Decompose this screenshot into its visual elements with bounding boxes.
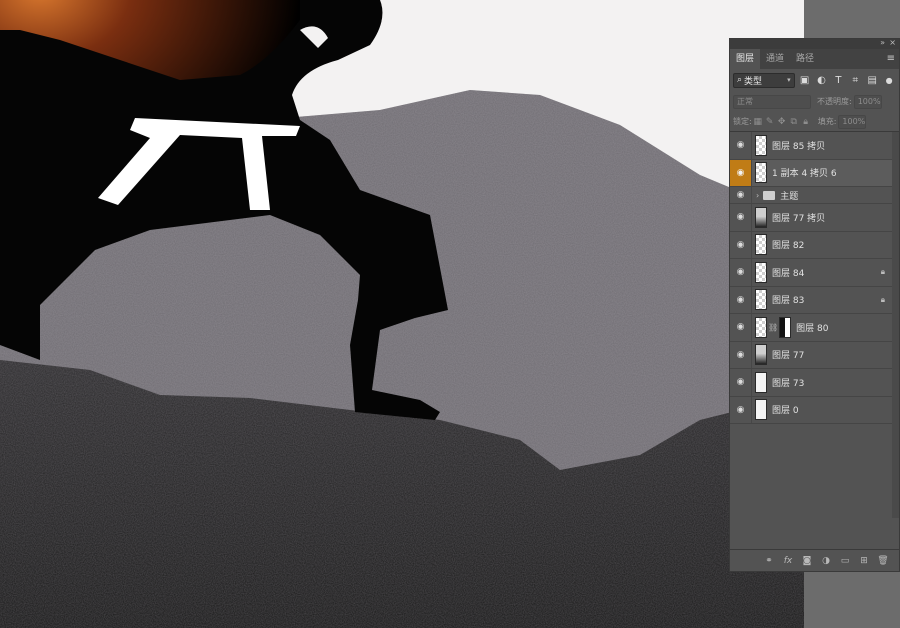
lock-row: 锁定: ▦ ✎ ✥ ⧉ 🔒︎ 填充: 100% bbox=[730, 112, 899, 132]
document-canvas[interactable] bbox=[0, 0, 804, 628]
layer-name: 图层 0 bbox=[772, 406, 799, 417]
layer-mask-thumbnail[interactable] bbox=[779, 316, 792, 338]
fill-value: 100% bbox=[842, 117, 866, 126]
blend-mode-value: 正常 bbox=[737, 97, 753, 106]
group-name: 主题 bbox=[780, 191, 799, 202]
tab-paths[interactable]: 路径 bbox=[790, 49, 820, 69]
layer-thumbnail bbox=[755, 206, 767, 228]
blend-row: 正常 不透明度: 100% bbox=[730, 91, 899, 112]
visibility-eye-icon[interactable]: ◉ bbox=[730, 204, 752, 231]
opacity-value: 100% bbox=[857, 97, 881, 106]
adjustment-filter-icon[interactable]: ◐ bbox=[815, 75, 829, 86]
layer-row[interactable]: ◉ 图层 0 bbox=[730, 396, 899, 424]
layers-list: ◉ 图层 85 拷贝 ◉ 1 副本 4 拷贝 6 ◉ › 主题 ◉ 图层 77 … bbox=[730, 132, 899, 518]
tab-channels[interactable]: 通道 bbox=[760, 49, 790, 69]
layer-name: 图层 77 拷贝 bbox=[772, 213, 826, 224]
fill-label: 填充: bbox=[817, 117, 837, 126]
lock-all-icon[interactable]: 🔒︎ bbox=[800, 117, 812, 127]
layer-name: 图层 73 bbox=[772, 378, 805, 389]
visibility-eye-icon[interactable]: ◉ bbox=[730, 132, 752, 159]
mask-link-icon[interactable]: ⛓ bbox=[768, 323, 778, 332]
lock-image-icon[interactable]: ✎ bbox=[764, 117, 776, 127]
layer-thumbnail bbox=[755, 261, 767, 283]
filter-kind-label: 类型 bbox=[744, 76, 763, 87]
chevron-down-icon: ▾ bbox=[787, 76, 791, 84]
layers-scrollbar[interactable] bbox=[892, 132, 899, 518]
visibility-eye-icon[interactable]: ◉ bbox=[730, 159, 752, 186]
delete-layer-icon[interactable]: 🗑︎ bbox=[877, 556, 889, 566]
fx-icon[interactable]: fx bbox=[782, 556, 794, 566]
layer-name: 图层 85 拷贝 bbox=[772, 141, 826, 152]
smart-object-filter-icon[interactable]: ▤ bbox=[865, 75, 879, 86]
folder-icon bbox=[763, 190, 776, 200]
visibility-eye-icon[interactable]: ◉ bbox=[730, 231, 752, 258]
layer-row[interactable]: ◉ 图层 85 拷贝 bbox=[730, 132, 899, 160]
layer-filter-row: ⌕ 类型 ▾ ▣ ◐ T ⌗ ▤ ● bbox=[730, 69, 899, 91]
layer-group-row[interactable]: ◉ › 主题 bbox=[730, 187, 899, 204]
new-layer-icon[interactable]: ⊞ bbox=[858, 556, 870, 566]
layer-thumbnail bbox=[755, 344, 767, 366]
lock-position-icon[interactable]: ✥ bbox=[776, 117, 788, 127]
layer-lock-icon: 🔒︎ bbox=[880, 267, 885, 277]
artwork bbox=[0, 0, 804, 628]
layer-name: 1 副本 4 拷贝 6 bbox=[772, 169, 837, 180]
lock-artboard-icon[interactable]: ⧉ bbox=[788, 117, 800, 127]
opacity-label: 不透明度: bbox=[817, 97, 852, 106]
chevron-right-icon[interactable]: › bbox=[756, 191, 759, 200]
layer-thumbnail bbox=[755, 316, 767, 338]
layer-row[interactable]: ◉ 图层 77 拷贝 bbox=[730, 204, 899, 232]
layer-thumbnail bbox=[755, 234, 767, 256]
layer-thumbnail bbox=[755, 162, 767, 184]
layer-name: 图层 82 bbox=[772, 241, 805, 252]
lock-transparent-icon[interactable]: ▦ bbox=[752, 117, 764, 127]
fill-field[interactable]: 100% bbox=[838, 114, 867, 129]
visibility-eye-icon[interactable]: ◉ bbox=[730, 286, 752, 313]
visibility-eye-icon[interactable]: ◉ bbox=[730, 341, 752, 368]
close-panel-icon[interactable]: × bbox=[889, 38, 896, 47]
type-filter-icon[interactable]: T bbox=[831, 75, 845, 86]
layer-name: 图层 80 bbox=[796, 323, 829, 334]
collapse-panel-icon[interactable]: » bbox=[880, 38, 885, 47]
layer-name: 图层 83 bbox=[772, 296, 805, 307]
lock-label: 锁定: bbox=[733, 117, 752, 126]
layer-row[interactable]: ◉ 图层 77 bbox=[730, 341, 899, 369]
layer-row-selected[interactable]: ◉ 1 副本 4 拷贝 6 bbox=[730, 159, 899, 187]
visibility-eye-icon[interactable]: ◉ bbox=[730, 259, 752, 286]
layer-name: 图层 77 bbox=[772, 351, 805, 362]
layer-row[interactable]: ◉ 图层 84 🔒︎ bbox=[730, 259, 899, 287]
panel-tabs: 图层 通道 路径 ≡ bbox=[730, 49, 899, 69]
visibility-eye-icon[interactable]: ◉ bbox=[730, 396, 752, 423]
layer-name: 图层 84 bbox=[772, 268, 805, 279]
shape-filter-icon[interactable]: ⌗ bbox=[848, 75, 862, 86]
layers-panel: » × 图层 通道 路径 ≡ ⌕ 类型 ▾ ▣ ◐ T ⌗ ▤ ● 正常 不透明… bbox=[729, 38, 900, 572]
layer-lock-icon: 🔒︎ bbox=[880, 294, 885, 304]
search-icon: ⌕ bbox=[737, 75, 743, 85]
link-layers-icon[interactable]: ⚭ bbox=[763, 556, 775, 566]
layers-footer: ⚭ fx ◙ ◑ ▭ ⊞ 🗑︎ bbox=[730, 549, 899, 571]
layer-thumbnail bbox=[755, 289, 767, 311]
image-filter-icon[interactable]: ▣ bbox=[798, 75, 812, 86]
layer-row[interactable]: ◉ ⛓ 图层 80 bbox=[730, 314, 899, 342]
visibility-eye-icon[interactable]: ◉ bbox=[730, 187, 752, 203]
new-group-icon[interactable]: ▭ bbox=[839, 556, 851, 566]
filter-toggle-icon[interactable]: ● bbox=[882, 76, 896, 85]
layer-thumbnail bbox=[755, 371, 767, 393]
opacity-field[interactable]: 100% bbox=[853, 94, 882, 109]
layer-thumbnail bbox=[755, 134, 767, 156]
visibility-eye-icon[interactable]: ◉ bbox=[730, 314, 752, 341]
add-mask-icon[interactable]: ◙ bbox=[801, 556, 813, 566]
visibility-eye-icon[interactable]: ◉ bbox=[730, 369, 752, 396]
layer-row[interactable]: ◉ 图层 73 bbox=[730, 369, 899, 397]
panel-menu-icon[interactable]: ≡ bbox=[887, 53, 895, 64]
adjustment-layer-icon[interactable]: ◑ bbox=[820, 556, 832, 566]
layer-filter-dropdown[interactable]: ⌕ 类型 ▾ bbox=[733, 72, 795, 88]
layer-row[interactable]: ◉ 图层 82 bbox=[730, 231, 899, 259]
blend-mode-dropdown[interactable]: 正常 bbox=[733, 94, 811, 109]
layer-thumbnail bbox=[755, 399, 767, 421]
tab-layers[interactable]: 图层 bbox=[730, 49, 761, 69]
panel-title-bar[interactable]: » × bbox=[730, 38, 899, 49]
layer-row[interactable]: ◉ 图层 83 🔒︎ bbox=[730, 286, 899, 314]
